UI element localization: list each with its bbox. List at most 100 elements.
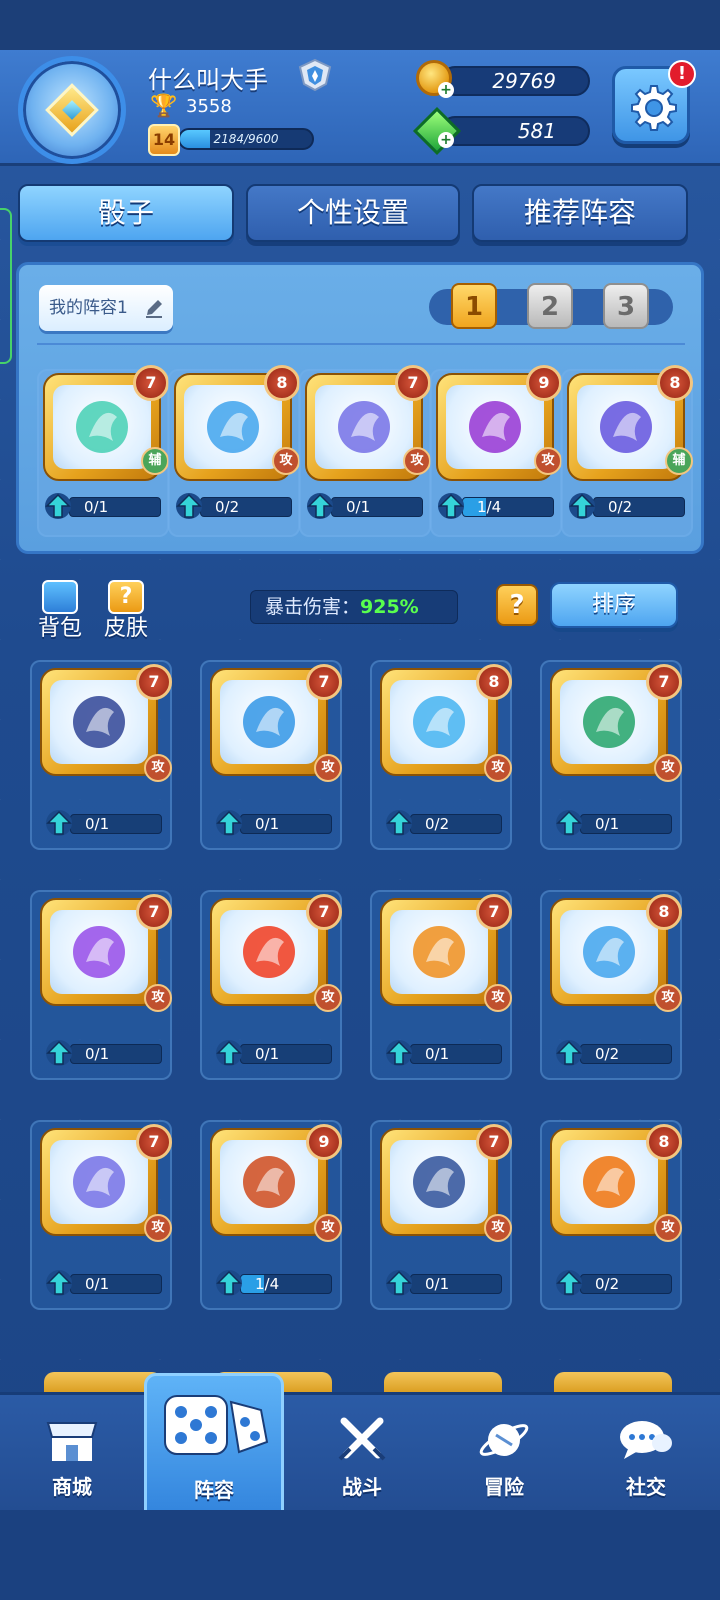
deck-dice-card[interactable]: 8 攻 0/2 (168, 365, 300, 537)
dice-card[interactable]: 8 攻 0/2 (540, 890, 682, 1080)
upgrade-progress: 0/1 (305, 491, 425, 521)
xp-progress-bar: 2184/9600 (178, 128, 314, 150)
skin-button[interactable]: ? 皮肤 (96, 580, 156, 641)
dice-type-badge: 攻 (314, 1214, 342, 1242)
deck-dice-card[interactable]: 8 辅 0/2 (561, 365, 693, 537)
shop-icon (46, 1422, 98, 1461)
upgrade-progress-bar: 1/4 (462, 497, 554, 517)
deck-slot-2-button[interactable]: 2 (527, 283, 573, 329)
upgrade-progress-text: 0/2 (595, 1275, 620, 1293)
trophy-icon: 🏆 (150, 94, 178, 119)
dice-card[interactable]: 7 攻 0/1 (370, 890, 512, 1080)
tab-recommended-decks[interactable]: 推荐阵容 (472, 184, 688, 242)
upgrade-progress: 0/1 (214, 808, 334, 838)
deck-slot-1-button[interactable]: 1 (451, 283, 497, 329)
upgrade-arrow-icon (46, 810, 72, 836)
gem-amount: 581 (517, 119, 556, 143)
ice-sword-dice-icon (207, 401, 259, 453)
upgrade-progress-bar: 0/1 (331, 497, 423, 517)
tab-personalize[interactable]: 个性设置 (246, 184, 460, 242)
dice-card[interactable]: 7 攻 0/1 (30, 660, 172, 850)
deck-name-button[interactable]: 我的阵容1 (39, 285, 173, 331)
dice-card[interactable]: 7 攻 0/1 (30, 890, 172, 1080)
lightning-dice-icon (413, 696, 465, 748)
dice-level-badge: 7 (395, 365, 431, 401)
upgrade-arrow-icon (46, 1270, 72, 1296)
ice-sword-dice-icon (583, 926, 635, 978)
dice-card[interactable]: 9 攻 1/4 (200, 1120, 342, 1310)
add-gems-icon[interactable]: + (438, 132, 454, 148)
planet-icon (479, 1424, 529, 1456)
volcano-dice-icon (413, 1156, 465, 1208)
upgrade-progress-bar: 0/2 (593, 497, 685, 517)
player-avatar[interactable] (18, 56, 126, 164)
upgrade-progress-bar: 0/1 (580, 814, 672, 834)
upgrade-progress-bar: 0/1 (70, 1044, 162, 1064)
dice-card[interactable]: 8 攻 0/2 (370, 660, 512, 850)
side-drawer-handle[interactable] (0, 208, 12, 364)
war-banner-dice-icon (243, 1156, 295, 1208)
upgrade-progress: 0/1 (554, 808, 674, 838)
nav-deck-label: 阵容 (194, 1478, 234, 1502)
dice-card[interactable]: 7 攻 0/1 (200, 660, 342, 850)
nav-social[interactable]: 社交 (576, 1395, 716, 1513)
dice-type-badge: 攻 (484, 754, 512, 782)
rank-shield-icon (298, 58, 332, 92)
gem-balance[interactable]: 581 (440, 116, 590, 146)
nav-battle[interactable]: 战斗 (292, 1395, 432, 1513)
upgrade-arrow-icon (386, 1040, 412, 1066)
deck-dice-card[interactable]: 9 攻 1/4 (430, 365, 562, 537)
dice-level-badge: 8 (646, 1124, 682, 1160)
upgrade-arrow-icon (216, 1040, 242, 1066)
sort-button[interactable]: 排序 (550, 582, 678, 628)
dice-card[interactable]: 7 攻 0/1 (540, 660, 682, 850)
dice-card[interactable]: 7 攻 0/1 (200, 890, 342, 1080)
upgrade-arrow-icon (386, 1270, 412, 1296)
upgrade-arrow-icon (176, 493, 202, 519)
dice-card[interactable]: 8 攻 0/2 (540, 1120, 682, 1310)
upgrade-progress-text: 0/1 (595, 815, 620, 833)
dice-level-badge: 7 (306, 894, 342, 930)
lightning-sword-dice-icon (338, 401, 390, 453)
upgrade-progress: 0/1 (44, 808, 164, 838)
purple-ghost-dice-icon (73, 926, 125, 978)
fire-dice-icon (243, 926, 295, 978)
dice-level-badge: 7 (136, 664, 172, 700)
xp-progress-text: 2184/9600 (213, 132, 279, 146)
tab-dice[interactable]: 骰子 (18, 184, 234, 242)
help-button[interactable]: ? (496, 584, 538, 626)
card-face (315, 385, 413, 469)
nav-shop-label: 商城 (52, 1475, 92, 1499)
player-name: 什么叫大手 (148, 66, 268, 94)
nav-adventure[interactable]: 冒险 (434, 1395, 574, 1513)
upgrade-progress: 0/2 (567, 491, 687, 521)
card-face (560, 1140, 658, 1224)
coin-balance[interactable]: 29769 (440, 66, 590, 96)
upgrade-progress-text: 1/4 (255, 1275, 280, 1293)
deck-slot-3-button[interactable]: 3 (603, 283, 649, 329)
purple-claw-dice-icon (469, 401, 521, 453)
dice-type-badge: 攻 (654, 1214, 682, 1242)
nav-deck[interactable]: 阵容 (144, 1373, 284, 1513)
bag-button[interactable]: 背包 (30, 580, 90, 641)
dice-card[interactable]: 7 攻 0/1 (30, 1120, 172, 1310)
upgrade-arrow-icon (45, 493, 71, 519)
nav-shop[interactable]: 商城 (2, 1395, 142, 1513)
dice-type-badge: 攻 (144, 754, 172, 782)
backpack-icon (42, 580, 78, 614)
dice-level-badge: 7 (476, 1124, 512, 1160)
status-bar (0, 0, 720, 50)
moon-ghost-dice-icon (73, 696, 125, 748)
dice-type-badge: 辅 (141, 447, 169, 475)
deck-panel: 我的阵容1 1 2 3 7 辅 0/1 8 攻 0/2 7 攻 0/1 9 攻 … (16, 262, 704, 554)
deck-dice-card[interactable]: 7 攻 0/1 (299, 365, 431, 537)
lightning-sword-dice-icon (73, 1156, 125, 1208)
coin-amount: 29769 (492, 69, 556, 93)
upgrade-progress-bar: 0/2 (200, 497, 292, 517)
upgrade-progress-text: 1/4 (477, 498, 502, 516)
upgrade-progress-bar: 0/1 (70, 814, 162, 834)
dice-card[interactable]: 7 攻 0/1 (370, 1120, 512, 1310)
card-face (53, 385, 151, 469)
add-coins-icon[interactable]: + (438, 82, 454, 98)
deck-dice-card[interactable]: 7 辅 0/1 (37, 365, 169, 537)
